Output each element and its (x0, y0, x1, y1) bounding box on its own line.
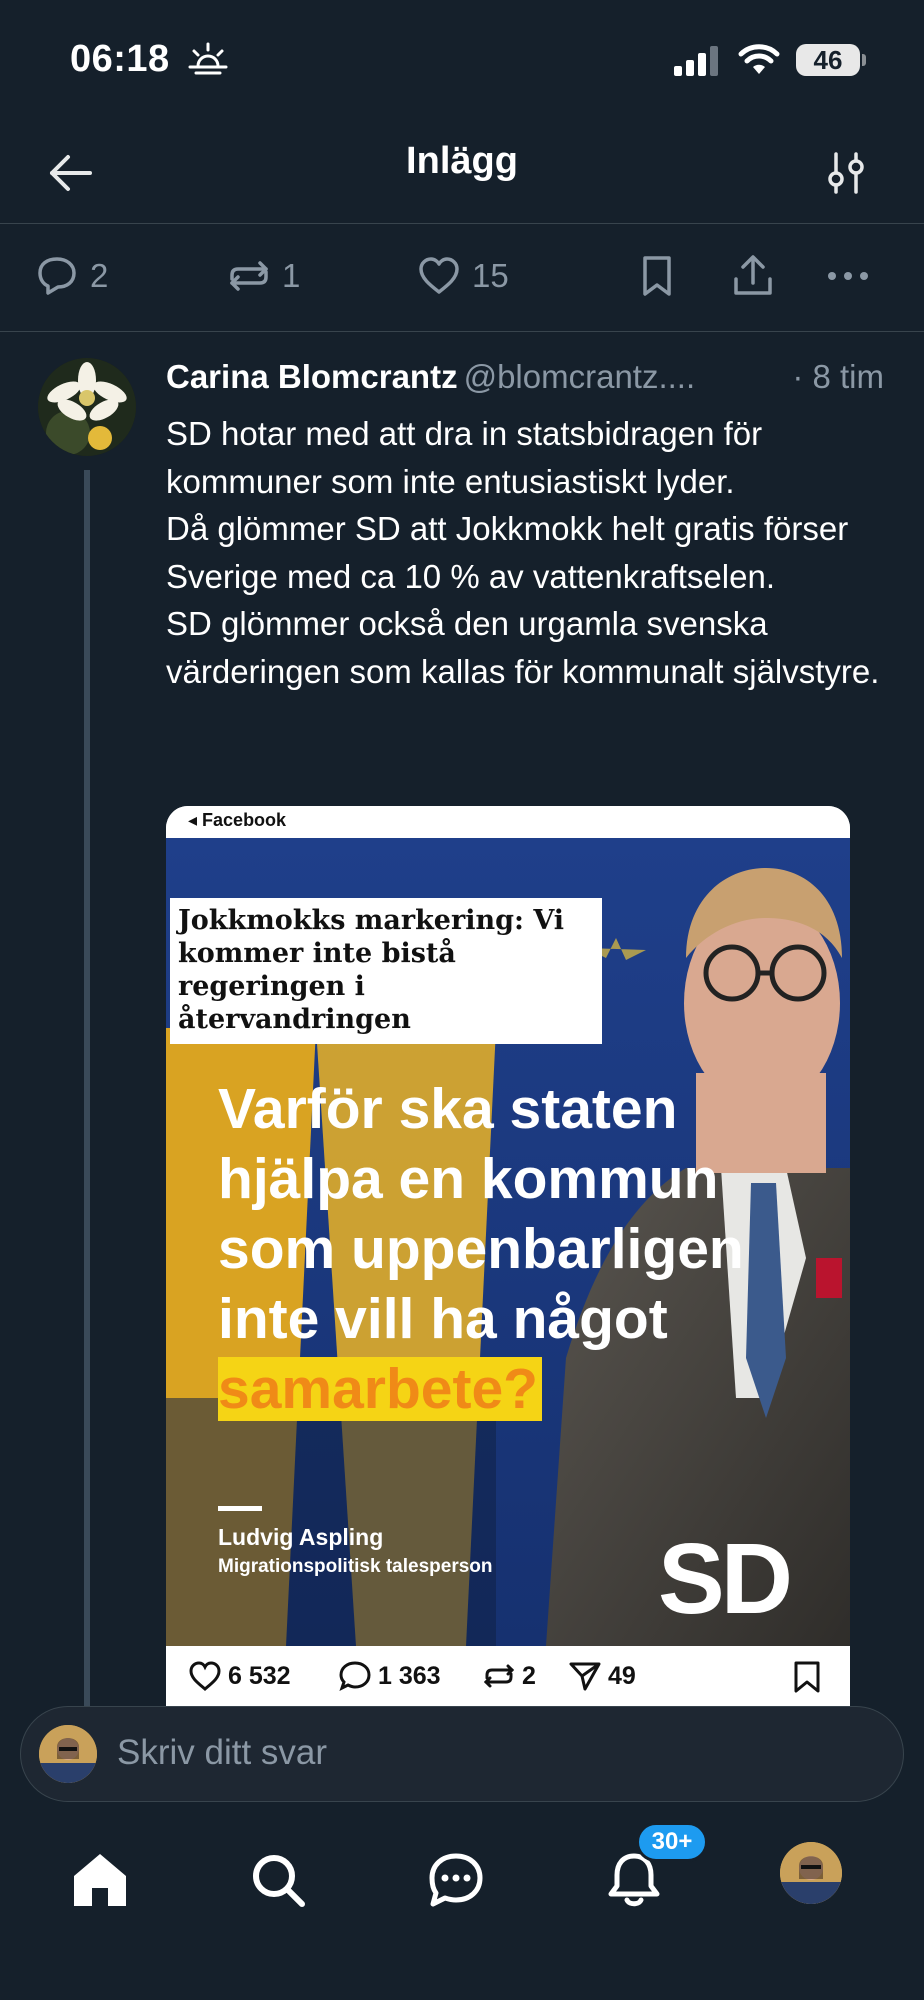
post-image[interactable]: ◂ Facebook Jokkmokks markering: Vi komme… (166, 806, 850, 1706)
repost-icon (230, 261, 268, 291)
wifi-icon (738, 44, 780, 74)
quote-highlight: samarbete? (218, 1357, 542, 1421)
more-options-button[interactable] (824, 246, 872, 306)
post-actions: 2 1 15 (0, 224, 924, 332)
repost-count: 1 (282, 257, 301, 294)
notification-badge: 30+ (636, 1822, 708, 1862)
bookmark-icon (643, 256, 671, 296)
page-title: Inlägg (406, 140, 518, 182)
quote-line-1: Varför ska staten (218, 1077, 678, 1141)
quote-line-2: hjälpa en kommun (218, 1147, 719, 1211)
post-timestamp: · 8 tim (792, 358, 884, 395)
search-icon[interactable] (246, 1848, 310, 1912)
name-dash (218, 1506, 262, 1511)
profile-avatar-image (780, 1842, 842, 1904)
embedded-reposts: 2 (482, 1660, 536, 1692)
author-handle[interactable]: @blomcrantz.... (464, 358, 696, 395)
person-name: Ludvig Aspling (218, 1524, 384, 1550)
bookmark-button[interactable] (634, 246, 680, 306)
comment-icon (339, 1661, 371, 1691)
profile-tab-avatar[interactable] (780, 1842, 842, 1904)
share-icon (734, 255, 772, 295)
embedded-likes: 6 532 (188, 1660, 291, 1692)
status-time: 06:18 (70, 38, 170, 80)
news-headline: Jokkmokks markering: Vi kommer inte bist… (170, 898, 602, 1044)
embedded-like-count: 6 532 (228, 1661, 291, 1690)
person-role: Migrationspolitisk talesperson (218, 1556, 493, 1577)
heart-icon (419, 257, 459, 294)
embedded-social-bar: 6 532 1 363 2 49 (166, 1646, 850, 1706)
embedded-comments: 1 363 (338, 1660, 441, 1692)
bookmark-icon (794, 1661, 820, 1693)
user-avatar-image (39, 1725, 97, 1783)
filter-settings-icon[interactable] (820, 146, 874, 200)
quote-text: Varför ska staten hjälpa en kommun som u… (218, 1074, 838, 1424)
like-button[interactable]: 15 (416, 246, 509, 306)
like-count: 15 (472, 257, 509, 294)
quote-line-4: inte vill ha något (218, 1287, 668, 1351)
reply-icon (38, 257, 76, 295)
top-navigation: Inlägg (0, 120, 924, 224)
facebook-source-label: ◂ Facebook (166, 806, 850, 838)
battery-cap (862, 54, 866, 66)
reply-count: 2 (90, 257, 109, 294)
reply-composer[interactable]: Skriv ditt svar (20, 1706, 904, 1802)
bottom-tab-bar (0, 1820, 924, 2000)
repost-button[interactable]: 1 (226, 246, 300, 306)
flower-avatar-image (38, 358, 136, 456)
post-text: SD hotar med att dra in statsbidragen fö… (166, 415, 880, 690)
post-author-line: Carina Blomcrantz @blomcrantz.... · 8 tim (166, 358, 890, 402)
party-logo: SD (658, 1523, 793, 1635)
battery-indicator: 46 (796, 44, 860, 76)
embedded-repost-count: 2 (522, 1661, 536, 1690)
reply-button[interactable]: 2 (34, 246, 108, 306)
user-avatar (39, 1725, 97, 1783)
more-icon (828, 272, 868, 280)
sunrise-icon (188, 42, 228, 75)
embedded-share-count: 49 (608, 1661, 636, 1690)
repost-icon (483, 1664, 515, 1688)
quote-line-3: som uppenbarligen (218, 1217, 744, 1281)
send-icon (569, 1662, 601, 1691)
share-button[interactable] (730, 246, 776, 306)
author-avatar[interactable] (38, 358, 136, 456)
embedded-comment-count: 1 363 (378, 1661, 441, 1690)
embedded-shares: 49 (568, 1660, 636, 1692)
author-name[interactable]: Carina Blomcrantz (166, 358, 458, 395)
thread-line (84, 470, 90, 1706)
cellular-signal-icon (674, 46, 718, 76)
reply-input[interactable]: Skriv ditt svar (117, 1733, 327, 1773)
status-bar: 06:18 46 (0, 0, 924, 120)
heart-icon (189, 1661, 221, 1691)
messages-icon[interactable] (424, 1848, 488, 1912)
home-icon[interactable] (68, 1848, 132, 1912)
